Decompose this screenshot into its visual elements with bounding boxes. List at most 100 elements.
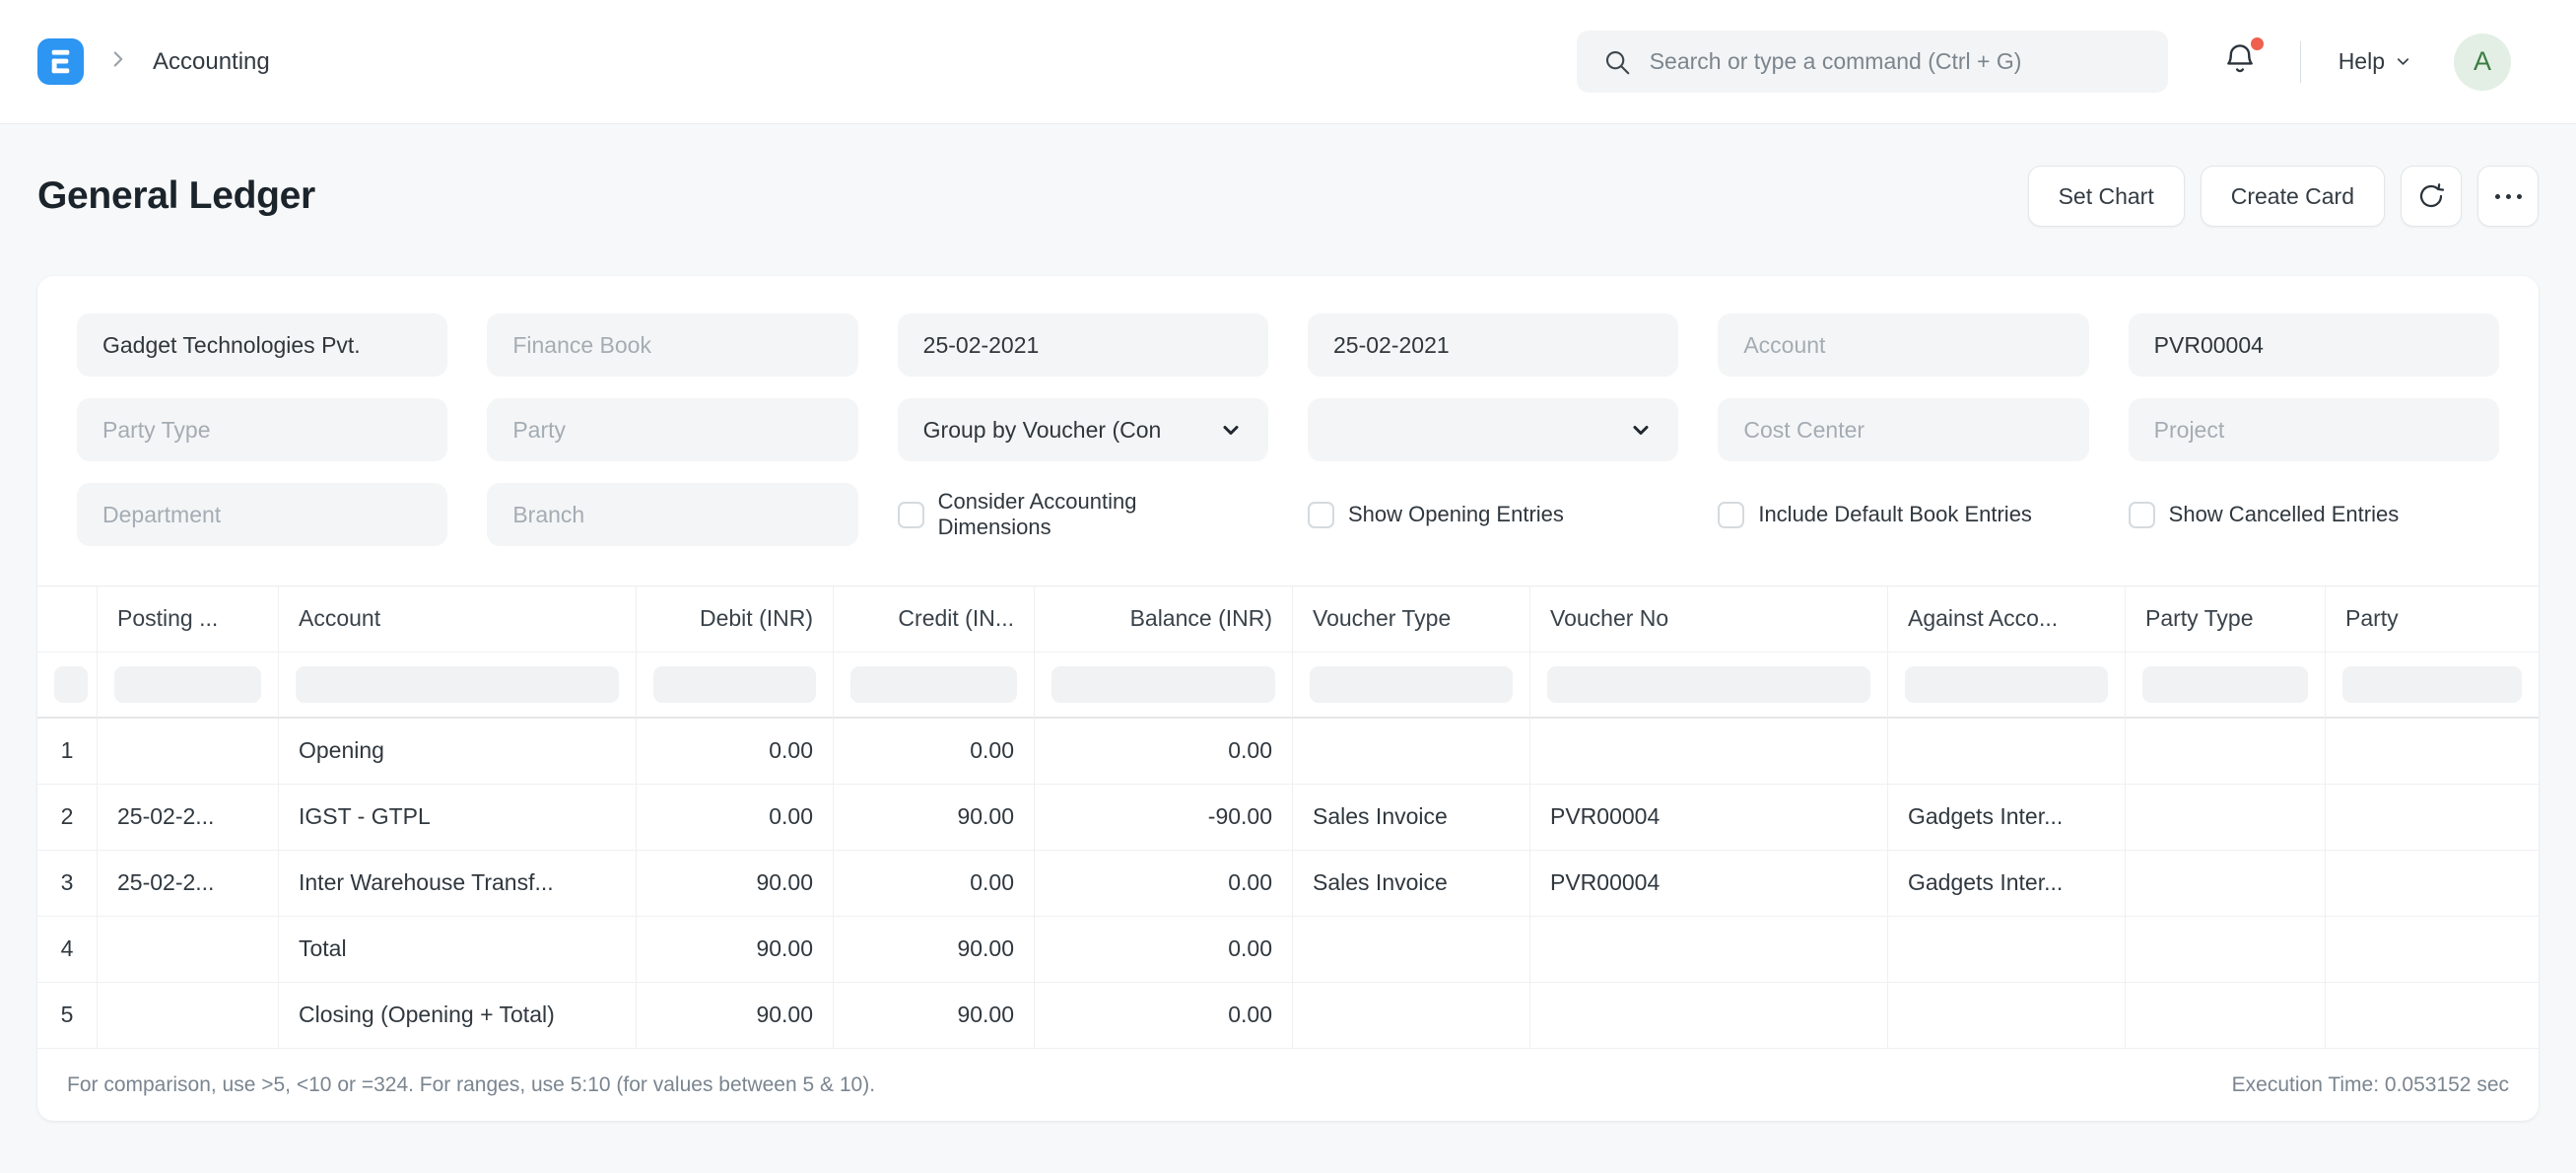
table-cell[interactable]: Opening	[279, 719, 637, 785]
table-cell[interactable]: Sales Invoice	[1293, 851, 1530, 917]
table-cell[interactable]: 0.00	[1035, 983, 1293, 1049]
table-cell[interactable]	[1530, 719, 1888, 785]
table-cell[interactable]	[2326, 983, 2539, 1049]
table-cell[interactable]: -90.00	[1035, 785, 1293, 851]
column-header[interactable]: Balance (INR)	[1035, 586, 1293, 653]
table-cell[interactable]: 0.00	[637, 785, 834, 851]
column-header[interactable]: Account	[279, 586, 637, 653]
set-chart-button[interactable]: Set Chart	[2027, 166, 2185, 227]
table-cell[interactable]: IGST - GTPL	[279, 785, 637, 851]
project-filter[interactable]: Project	[2128, 398, 2499, 461]
include-default-book-entries-checkbox[interactable]: Include Default Book Entries	[1718, 501, 2088, 528]
erpnext-logo[interactable]	[37, 38, 84, 85]
branch-filter[interactable]: Branch	[487, 483, 858, 546]
table-cell[interactable]: 0.00	[834, 719, 1035, 785]
column-filter-input[interactable]	[1310, 666, 1513, 703]
column-header[interactable]: Credit (IN...	[834, 586, 1035, 653]
column-filter-input[interactable]	[2342, 666, 2522, 703]
table-cell[interactable]	[1888, 983, 2126, 1049]
table-cell[interactable]	[2126, 719, 2326, 785]
table-cell[interactable]: PVR00004	[1530, 851, 1888, 917]
voucher-no-filter[interactable]: PVR00004	[2128, 313, 2499, 377]
table-cell[interactable]: Inter Warehouse Transf...	[279, 851, 637, 917]
table-cell[interactable]	[2126, 983, 2326, 1049]
to-date-filter[interactable]: 25-02-2021	[1308, 313, 1679, 377]
table-cell[interactable]: Sales Invoice	[1293, 785, 1530, 851]
table-cell[interactable]	[1888, 719, 2126, 785]
table-cell[interactable]: Gadgets Inter...	[1888, 851, 2126, 917]
table-cell[interactable]: 90.00	[834, 983, 1035, 1049]
table-cell[interactable]: PVR00004	[1530, 785, 1888, 851]
from-date-filter[interactable]: 25-02-2021	[897, 313, 1268, 377]
table-cell[interactable]: 0.00	[1035, 917, 1293, 983]
table-cell[interactable]: 90.00	[637, 851, 834, 917]
table-cell[interactable]: Total	[279, 917, 637, 983]
column-filter-input[interactable]	[1051, 666, 1275, 703]
column-filter-input[interactable]	[54, 666, 88, 703]
table-cell[interactable]	[2126, 917, 2326, 983]
secondary-select[interactable]	[1308, 398, 1679, 461]
column-header[interactable]: Posting ...	[98, 586, 279, 653]
table-cell[interactable]	[1293, 917, 1530, 983]
column-header[interactable]: Party	[2326, 586, 2539, 653]
menu-button[interactable]	[2477, 166, 2539, 227]
column-filter-input[interactable]	[850, 666, 1017, 703]
breadcrumb[interactable]: Accounting	[153, 48, 270, 76]
table-cell[interactable]	[98, 719, 279, 785]
column-header[interactable]: Debit (INR)	[637, 586, 834, 653]
company-filter[interactable]: Gadget Technologies Pvt.	[77, 313, 448, 377]
party-filter[interactable]: Party	[487, 398, 858, 461]
table-cell[interactable]: Closing (Opening + Total)	[279, 983, 637, 1049]
column-header[interactable]: Party Type	[2126, 586, 2326, 653]
table-cell[interactable]	[2326, 785, 2539, 851]
column-filter-input[interactable]	[296, 666, 619, 703]
table-cell[interactable]: 25-02-2...	[98, 785, 279, 851]
table-cell[interactable]	[2126, 851, 2326, 917]
table-cell[interactable]: 0.00	[1035, 851, 1293, 917]
search-input[interactable]: Search or type a command (Ctrl + G)	[1576, 31, 2168, 93]
column-filter-input[interactable]	[1905, 666, 2108, 703]
help-menu[interactable]: Help	[2339, 48, 2412, 75]
group-by-select[interactable]: Group by Voucher (Con	[897, 398, 1268, 461]
table-cell[interactable]: 0.00	[1035, 719, 1293, 785]
avatar[interactable]: A	[2454, 33, 2511, 91]
table-cell[interactable]	[2126, 785, 2326, 851]
table-cell[interactable]	[2326, 851, 2539, 917]
refresh-button[interactable]	[2401, 166, 2462, 227]
table-cell[interactable]: 0.00	[834, 851, 1035, 917]
finance-book-filter[interactable]: Finance Book	[487, 313, 858, 377]
column-header[interactable]: Voucher Type	[1293, 586, 1530, 653]
consider-accounting-dimensions-checkbox[interactable]: Consider Accounting Dimensions	[897, 489, 1268, 540]
table-cell[interactable]: 90.00	[834, 785, 1035, 851]
table-cell[interactable]: Gadgets Inter...	[1888, 785, 2126, 851]
column-filter-input[interactable]	[1547, 666, 1870, 703]
table-cell[interactable]	[2326, 917, 2539, 983]
column-header[interactable]: Voucher No	[1530, 586, 1888, 653]
notifications-button[interactable]	[2221, 37, 2264, 83]
account-filter[interactable]: Account	[1718, 313, 2089, 377]
table-cell[interactable]: 0.00	[637, 719, 834, 785]
table-cell[interactable]: 90.00	[637, 917, 834, 983]
column-filter-input[interactable]	[114, 666, 261, 703]
party-type-filter[interactable]: Party Type	[77, 398, 448, 461]
table-cell[interactable]	[98, 917, 279, 983]
show-cancelled-entries-checkbox[interactable]: Show Cancelled Entries	[2128, 501, 2499, 528]
column-header[interactable]	[37, 586, 98, 653]
table-cell[interactable]	[98, 983, 279, 1049]
column-header[interactable]: Against Acco...	[1888, 586, 2126, 653]
table-cell[interactable]: 90.00	[637, 983, 834, 1049]
table-cell[interactable]	[1293, 719, 1530, 785]
cost-center-filter[interactable]: Cost Center	[1718, 398, 2089, 461]
create-card-button[interactable]: Create Card	[2200, 166, 2385, 227]
table-cell[interactable]	[1530, 917, 1888, 983]
table-cell[interactable]: 25-02-2...	[98, 851, 279, 917]
table-cell[interactable]	[1888, 917, 2126, 983]
table-cell[interactable]: 90.00	[834, 917, 1035, 983]
column-filter-input[interactable]	[2142, 666, 2308, 703]
table-cell[interactable]	[1293, 983, 1530, 1049]
show-opening-entries-checkbox[interactable]: Show Opening Entries	[1308, 501, 1678, 528]
column-filter-input[interactable]	[653, 666, 816, 703]
table-cell[interactable]	[2326, 719, 2539, 785]
table-cell[interactable]	[1530, 983, 1888, 1049]
department-filter[interactable]: Department	[77, 483, 448, 546]
